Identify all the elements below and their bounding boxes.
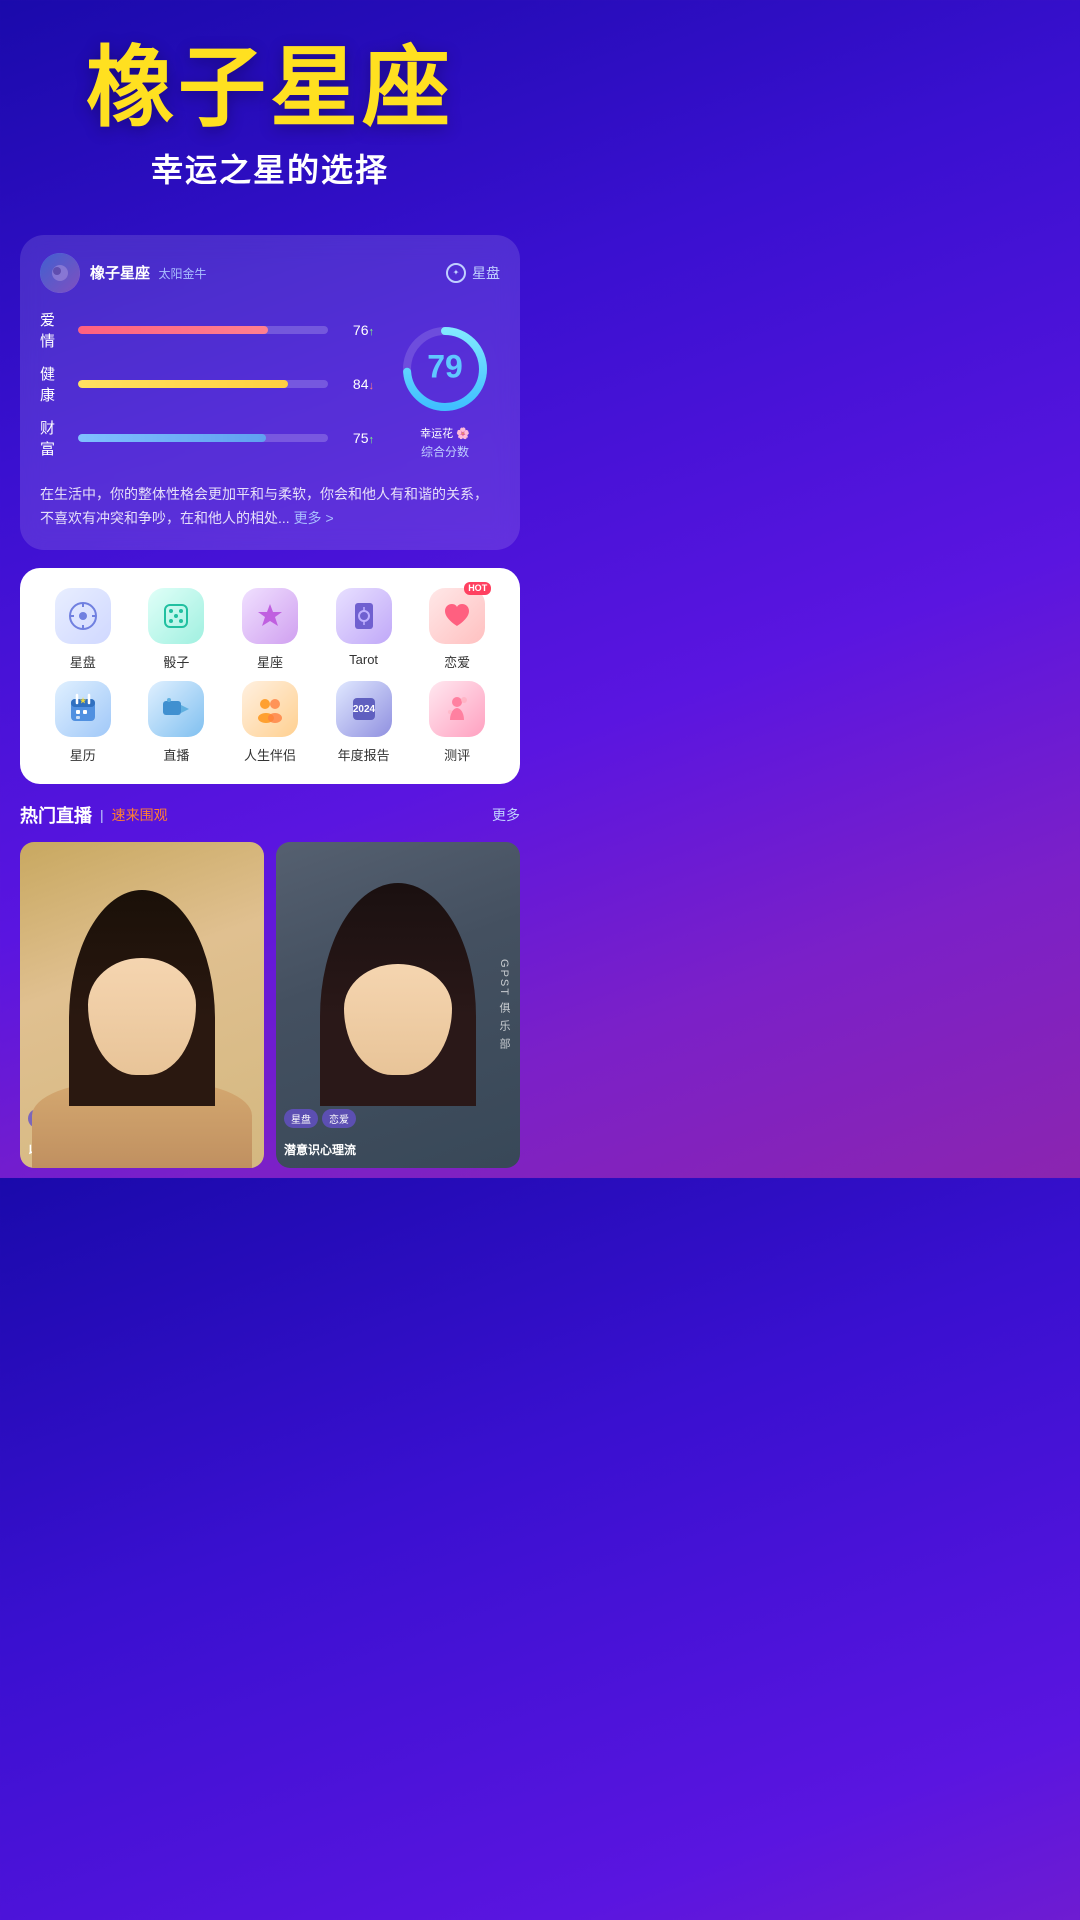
user-score-card: 橡子星座 太阳金牛 星盘 爱情 76↑ 健康 84↓ — [20, 235, 520, 551]
menu-section: 星盘 骰子 星座 — [20, 568, 520, 784]
score-bar-fill-health — [78, 380, 288, 388]
tarot-icon — [336, 588, 392, 644]
scores-container: 爱情 76↑ 健康 84↓ 财富 75↑ — [40, 309, 500, 471]
live-card-1[interactable]: 恋爱 骰子 Tarot 以实话解析星盘 — [20, 842, 264, 1167]
menu-label-lian: 恋爱 — [444, 652, 470, 671]
app-title: 橡子星座 — [20, 40, 520, 137]
menu-item-banlv[interactable]: 人生伴侣 — [223, 681, 317, 764]
menu-label-xingli: 星历 — [70, 745, 96, 764]
lucky-label: 幸运花 🌸 — [420, 425, 470, 441]
xingzuo-icon — [242, 588, 298, 644]
live-header: 热门直播 | 速来围观 更多 — [20, 802, 520, 828]
user-info: 橡子星座 太阳金牛 — [40, 253, 206, 293]
menu-label-baogao: 年度报告 — [338, 745, 390, 764]
menu-label-shazi: 骰子 — [163, 652, 189, 671]
menu-item-tarot[interactable]: Tarot — [317, 588, 411, 671]
user-tag: 太阳金牛 — [158, 267, 206, 281]
score-bar-fill-wealth — [78, 434, 266, 442]
menu-label-banlv: 人生伴侣 — [244, 745, 296, 764]
menu-item-xingli[interactable]: 星历 — [36, 681, 130, 764]
banlv-icon — [242, 681, 298, 737]
score-row-love: 爱情 76↑ — [40, 309, 374, 351]
star-plate-button[interactable]: 星盘 — [446, 263, 500, 283]
overall-number: 79 — [427, 351, 463, 383]
more-link[interactable]: 更多 > — [294, 510, 334, 526]
card-description: 在生活中，你的整体性格会更加平和与柔软，你会和他人有和谐的关系，不喜欢有冲突和争… — [40, 483, 500, 531]
hero-section: 橡子星座 幸运之星的选择 — [0, 0, 540, 211]
score-num-wealth: 75↑ — [338, 430, 374, 446]
star-plate-label: 星盘 — [472, 263, 500, 283]
menu-item-zhibo[interactable]: 直播 — [130, 681, 224, 764]
score-num-health: 84↓ — [338, 376, 374, 392]
live-card-2[interactable]: 星盘 恋爱 潜意识心理流 GPST 俱 乐 部 — [276, 842, 520, 1167]
menu-item-lian[interactable]: HOT 恋爱 — [410, 588, 504, 671]
overall-score-circle: 79 幸运花 🌸 综合分数 — [390, 309, 500, 471]
menu-item-xingpan[interactable]: 星盘 — [36, 588, 130, 671]
score-num-love: 76↑ — [338, 322, 374, 338]
hot-badge: HOT — [464, 582, 491, 595]
score-bar-bg-love — [78, 326, 328, 334]
username: 橡子星座 — [90, 265, 150, 282]
score-label-wealth: 财富 — [40, 417, 68, 459]
baogao-icon: 2024 — [336, 681, 392, 737]
score-label-health: 健康 — [40, 363, 68, 405]
live-grid: 恋爱 骰子 Tarot 以实话解析星盘 星盘 — [20, 842, 520, 1167]
live-subtitle[interactable]: 速来围观 — [112, 805, 168, 825]
live-section: 热门直播 | 速来围观 更多 恋爱 骰子 — [20, 802, 520, 1177]
menu-label-tarot: Tarot — [349, 652, 378, 667]
menu-item-shazi[interactable]: 骰子 — [130, 588, 224, 671]
menu-item-ceping[interactable]: 测评 — [410, 681, 504, 764]
avatar — [40, 253, 80, 293]
scores-list: 爱情 76↑ 健康 84↓ 财富 75↑ — [40, 309, 374, 471]
card-header: 橡子星座 太阳金牛 星盘 — [40, 253, 500, 293]
circle-score: 79 — [395, 319, 495, 419]
xingpan-icon — [55, 588, 111, 644]
shazi-icon — [148, 588, 204, 644]
menu-label-xingpan: 星盘 — [70, 652, 96, 671]
zhibo-icon — [148, 681, 204, 737]
menu-item-xingzuo[interactable]: 星座 — [223, 588, 317, 671]
menu-label-ceping: 测评 — [444, 745, 470, 764]
app-subtitle: 幸运之星的选择 — [20, 145, 520, 191]
menu-item-baogao[interactable]: 2024 年度报告 — [317, 681, 411, 764]
menu-label-xingzuo: 星座 — [257, 652, 283, 671]
live-more-button[interactable]: 更多 — [492, 805, 520, 825]
gear-icon — [446, 263, 466, 283]
circle-number-text: 79 — [427, 351, 463, 383]
user-name-group: 橡子星座 太阳金牛 — [90, 262, 206, 283]
lian-icon: HOT — [429, 588, 485, 644]
score-bar-fill-love — [78, 326, 268, 334]
svg-text:2024: 2024 — [352, 704, 375, 715]
score-label-love: 爱情 — [40, 309, 68, 351]
live-title-group: 热门直播 | 速来围观 — [20, 802, 168, 828]
ceping-icon — [429, 681, 485, 737]
score-row-wealth: 财富 75↑ — [40, 417, 374, 459]
score-bar-bg-health — [78, 380, 328, 388]
xingli-icon — [55, 681, 111, 737]
overall-label: 综合分数 — [421, 443, 469, 460]
score-bar-bg-wealth — [78, 434, 328, 442]
menu-label-zhibo: 直播 — [163, 745, 189, 764]
live-side-text: GPST 俱 乐 部 — [496, 959, 512, 1051]
menu-grid: 星盘 骰子 星座 — [36, 588, 504, 764]
live-title: 热门直播 — [20, 802, 92, 828]
score-row-health: 健康 84↓ — [40, 363, 374, 405]
